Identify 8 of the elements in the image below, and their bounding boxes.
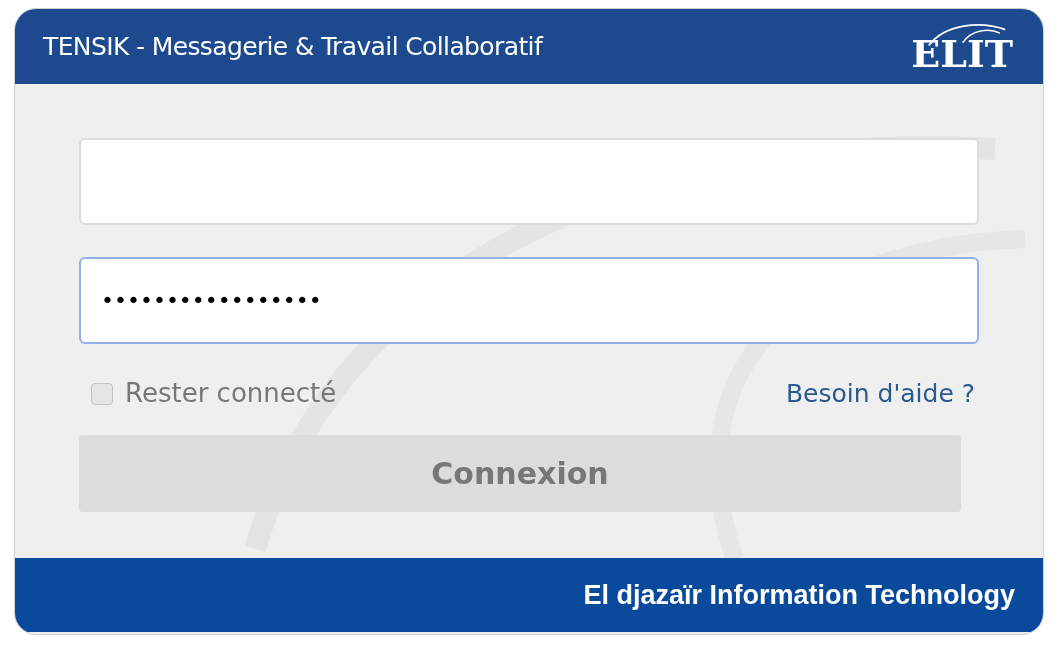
password-field[interactable]: ••••••••••••••••• [79,257,979,344]
help-link[interactable]: Besoin d'aide ? [785,374,975,413]
window-title: TENSIK - Messagerie & Travail Collaboratif [43,30,543,63]
username-field[interactable] [79,138,979,225]
footer-text: El djazaïr Information Technology [583,578,1015,612]
remember-checkbox[interactable] [91,382,113,405]
company-logo: ELIT [909,17,1015,76]
remember-label: Rester connecté [125,377,337,410]
